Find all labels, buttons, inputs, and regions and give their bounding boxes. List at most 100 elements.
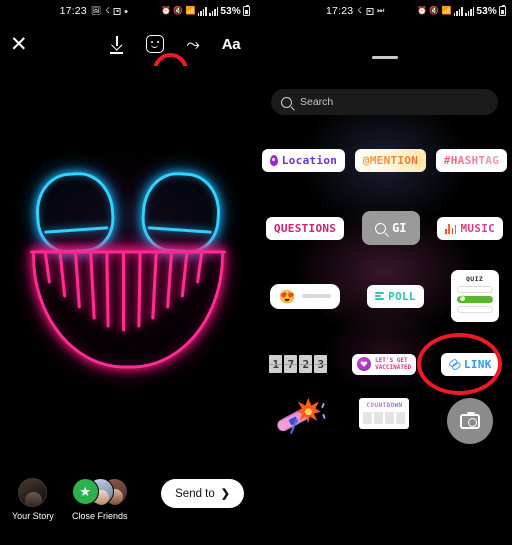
alarm-icon: ⏰ xyxy=(161,6,172,15)
alarm-icon: ⏰ xyxy=(417,6,428,15)
mask-left-eye-icon xyxy=(33,169,117,256)
status-left-group: 17:23 🖼 ☇ xyxy=(60,5,128,17)
mask-right-eye-icon xyxy=(139,169,223,256)
music-sticker[interactable]: MUSIC xyxy=(437,216,504,240)
heart-shield-icon xyxy=(357,357,372,371)
camera-sticker[interactable] xyxy=(447,398,494,444)
close-friends-avatars: ★ xyxy=(71,478,128,507)
dual-screenshot: 17:23 🖼 ☇ ⏰ 🔇 📶 53% ✕ ⤳ Aa Your Story ★ … xyxy=(0,0,512,545)
sticker-row: COUNTDOWN xyxy=(257,398,512,458)
download-icon xyxy=(109,36,125,54)
quiz-sticker-label: QUIZ xyxy=(465,275,484,283)
mute-icon: 🔇 xyxy=(429,6,440,15)
wifi-icon: 📶 xyxy=(185,6,196,15)
audience-label: Your Story xyxy=(12,511,54,521)
time-sticker[interactable]: 1 7 2 3 xyxy=(269,355,328,373)
audience-close-friends[interactable]: ★ Close Friends xyxy=(71,478,128,521)
location-sticker-label: Location xyxy=(281,153,338,167)
sticker-grid: Location @MENTION #HASHTAG QUESTIONS GI xyxy=(257,126,512,545)
quiz-option xyxy=(456,306,493,313)
quiz-sticker[interactable]: QUIZ xyxy=(450,270,499,322)
pin-icon xyxy=(269,154,278,166)
link-icon xyxy=(449,359,460,370)
send-to-button[interactable]: Send to ❯ xyxy=(161,479,244,508)
status-time: 17:23 xyxy=(59,5,87,17)
search-icon xyxy=(281,96,292,108)
send-to-label: Send to xyxy=(175,487,215,500)
poll-bars-icon xyxy=(375,292,385,300)
text-button[interactable]: Aa xyxy=(220,33,242,55)
hashtag-sticker[interactable]: #HASHTAG xyxy=(435,148,508,172)
draw-button[interactable]: ⤳ xyxy=(182,33,204,55)
wifi-icon: 📶 xyxy=(441,6,452,15)
search-placeholder: Search xyxy=(300,96,334,108)
vaccinated-sticker[interactable]: LET'S GET VACCINATED xyxy=(352,353,417,375)
sticker-row: 😍 POLL QUIZ xyxy=(257,262,512,330)
location-sticker[interactable]: Location xyxy=(261,148,346,172)
neon-mask-graphic xyxy=(28,159,228,374)
mention-sticker[interactable]: @MENTION xyxy=(354,148,427,172)
vaccinated-line-2: VACCINATED xyxy=(375,364,412,371)
avatar xyxy=(18,478,48,507)
status-left-group: 17:23 ☇ ⏭ xyxy=(326,5,384,17)
status-right-group: ⏰ 🔇 📶 53% xyxy=(161,4,250,17)
emoji-slider-sticker[interactable]: 😍 xyxy=(270,283,341,309)
flower-bandaid-sticker[interactable] xyxy=(275,398,326,438)
story-photo[interactable] xyxy=(0,66,256,466)
editor-toolbar: ✕ ⤳ Aa xyxy=(0,22,256,88)
sheet-drag-handle[interactable] xyxy=(371,56,398,59)
left-phone-panel: 17:23 🖼 ☇ ⏰ 🔇 📶 53% ✕ ⤳ Aa Your Story ★ … xyxy=(0,0,256,545)
heart-eyes-emoji-icon: 😍 xyxy=(279,288,296,304)
signal-icon xyxy=(453,6,463,16)
music-sticker-label: MUSIC xyxy=(460,221,496,235)
time-digit: 2 xyxy=(299,355,313,373)
star-icon: ★ xyxy=(79,484,92,499)
bluetooth-icon: ☇ xyxy=(357,6,363,15)
right-phone-panel: 17:23 ☇ ⏭ ⏰ 🔇 📶 53% Search Location @MEN… xyxy=(256,0,512,545)
sim-icon xyxy=(366,7,374,15)
sticker-row: 1 7 2 3 LET'S GET VACCINATED LINK xyxy=(257,330,512,398)
sticker-button[interactable] xyxy=(144,33,166,55)
countdown-sticker[interactable]: COUNTDOWN xyxy=(359,398,410,429)
signal-icon-2 xyxy=(209,6,219,16)
battery-icon xyxy=(243,4,250,16)
time-digit: 7 xyxy=(284,355,298,373)
status-right-group: ⏰ 🔇 📶 53% xyxy=(417,4,506,17)
bluetooth-icon: ☇ xyxy=(105,6,110,15)
search-input[interactable]: Search xyxy=(271,89,498,115)
camera-icon xyxy=(460,411,481,429)
status-time: 17:23 xyxy=(326,5,354,17)
close-button[interactable]: ✕ xyxy=(10,34,28,55)
sim-icon xyxy=(114,7,121,15)
poll-sticker[interactable]: POLL xyxy=(367,284,424,308)
sticker-row: QUESTIONS GI MUSIC xyxy=(257,194,512,262)
hashtag-sticker-label: #HASHTAG xyxy=(443,153,500,167)
audience-your-story[interactable]: Your Story xyxy=(12,478,54,521)
download-button[interactable] xyxy=(106,33,128,55)
time-digit: 3 xyxy=(314,355,328,373)
chevron-right-icon: ❯ xyxy=(220,488,230,500)
sticker-row: Location @MENTION #HASHTAG xyxy=(257,126,512,194)
sticker-icon xyxy=(146,35,164,53)
audience-label: Close Friends xyxy=(71,511,128,521)
toolbar-actions: ⤳ Aa xyxy=(106,33,246,55)
vaccinated-line-1: LET'S GET xyxy=(375,356,408,364)
countdown-sticker-label: COUNTDOWN xyxy=(363,402,405,409)
quiz-option-selected xyxy=(456,295,493,303)
questions-sticker[interactable]: QUESTIONS xyxy=(265,216,345,240)
link-sticker[interactable]: LINK xyxy=(440,352,500,376)
countdown-boxes xyxy=(363,412,406,424)
share-bar: Your Story ★ Close Friends Send to ❯ xyxy=(0,466,256,545)
signal-icon-2 xyxy=(465,6,475,16)
gif-sticker-label: GI xyxy=(392,221,407,235)
gif-sticker[interactable]: GI xyxy=(362,211,420,245)
squiggle-draw-icon: ⤳ xyxy=(186,34,200,54)
poll-sticker-label: POLL xyxy=(388,289,416,303)
questions-sticker-label: QUESTIONS xyxy=(273,221,337,235)
mute-icon: 🔇 xyxy=(173,6,184,15)
right-status-bar: 17:23 ☇ ⏭ ⏰ 🔇 📶 53% xyxy=(257,0,512,22)
time-digit: 1 xyxy=(269,355,283,373)
vaccinated-sticker-text: LET'S GET VACCINATED xyxy=(375,357,411,372)
equalizer-icon xyxy=(445,223,457,234)
dot-icon xyxy=(125,9,128,13)
